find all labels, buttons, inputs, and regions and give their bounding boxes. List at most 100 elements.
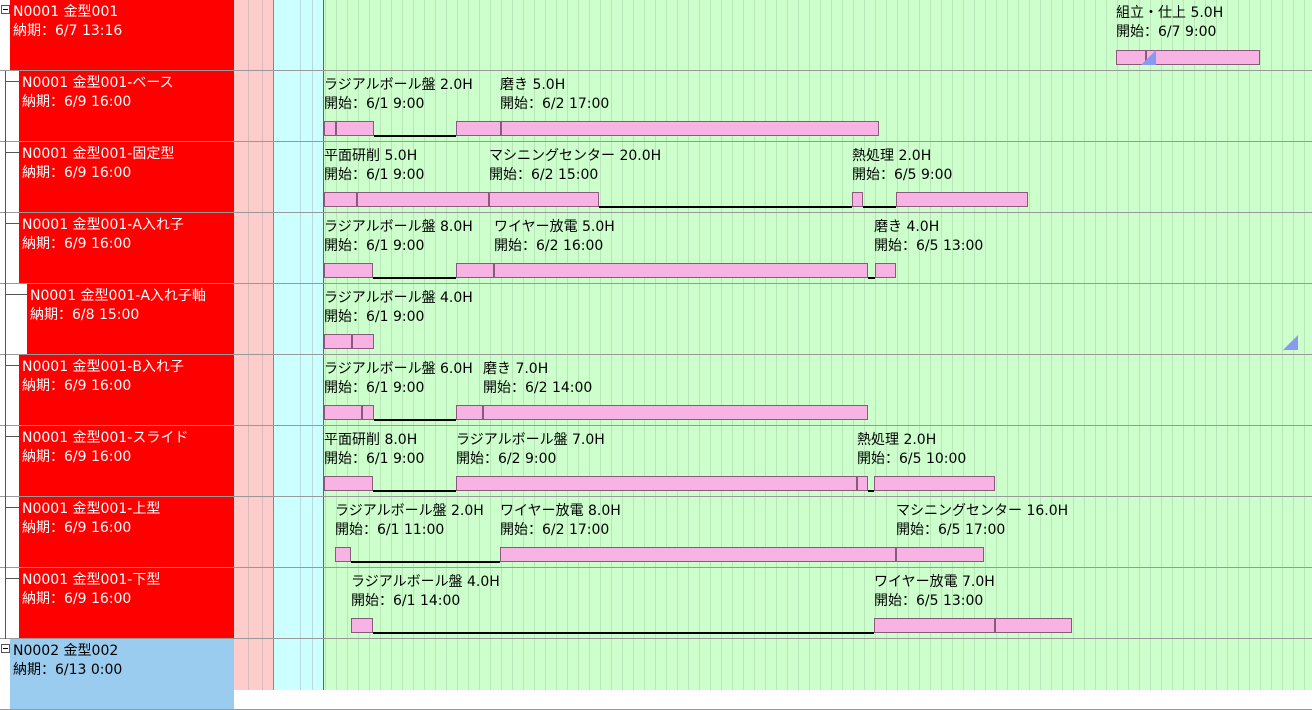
row-item-name: N0001 金型001-下型 [22, 572, 161, 588]
operation-bar[interactable] [456, 121, 501, 136]
dependency-link [868, 490, 874, 492]
dependency-link [599, 206, 852, 208]
gantt-row[interactable]: N0001 金型001-スライド 納期：6/9 16:00 平面研削 8.0H 開始：… [0, 426, 1312, 497]
op-title: ラジアルボール盤 2.0H [335, 503, 484, 519]
tree-line [5, 81, 19, 82]
dependency-link [374, 135, 456, 137]
operation-bar[interactable] [874, 618, 995, 633]
dependency-link [351, 561, 500, 563]
operation-bar[interactable] [352, 334, 374, 349]
op-start: 開始：6/1 9:00 [324, 167, 425, 183]
operation-bar[interactable] [875, 263, 896, 278]
row-due-date: 納期：6/9 16:00 [22, 378, 132, 394]
row-name-cell[interactable]: N0001 金型001-ベース 納期：6/9 16:00 [19, 71, 234, 141]
operation-bar[interactable] [456, 405, 483, 420]
operation-bar[interactable] [852, 192, 863, 207]
op-start: 開始：6/5 10:00 [857, 451, 967, 467]
gantt-row[interactable]: N0001 金型001-上型 納期：6/9 16:00 ラジアルボール盤 2.0H 開… [0, 497, 1312, 568]
gantt-row[interactable]: N0001 金型001-ベース 納期：6/9 16:00 ラジアルボール盤 2.0H… [0, 71, 1312, 142]
operation-bar[interactable] [874, 476, 995, 491]
op-title: ラジアルボール盤 8.0H [324, 219, 473, 235]
operation-bar[interactable] [324, 263, 373, 278]
row-due-date: 納期：6/7 13:16 [13, 23, 123, 39]
op-start: 開始：6/2 14:00 [483, 380, 593, 396]
operation-bar[interactable] [324, 334, 352, 349]
operation-bar[interactable] [896, 192, 1028, 207]
row-name-cell[interactable]: N0001 金型001-スライド 納期：6/9 16:00 [19, 426, 234, 496]
op-title: 熱処理 2.0H [857, 432, 937, 448]
dependency-link [373, 490, 456, 492]
operation-bar[interactable] [336, 121, 374, 136]
gantt-row[interactable]: N0001 金型001-下型 納期：6/9 16:00 ラジアルボール盤 4.0H 開… [0, 568, 1312, 639]
tree-line [5, 152, 19, 153]
operation-bar[interactable] [500, 547, 896, 562]
gantt-row[interactable]: N0001 金型001 納期：6/7 13:16 組立・仕上 5.0H 開始：6/7 … [0, 0, 1312, 71]
op-start: 開始：6/1 9:00 [324, 380, 425, 396]
operation-bar[interactable] [324, 121, 336, 136]
row-due-date: 納期：6/13 0:00 [13, 662, 123, 678]
triangle-marker-icon [1283, 335, 1298, 350]
operation-bar[interactable] [357, 192, 489, 207]
operation-bar[interactable] [324, 405, 362, 420]
operation-bar[interactable] [362, 405, 374, 420]
op-start: 開始：6/2 16:00 [494, 238, 604, 254]
gantt-chart: N0001 金型001 納期：6/7 13:16 組立・仕上 5.0H 開始：6/7 … [0, 0, 1312, 710]
operation-bar[interactable] [483, 405, 868, 420]
op-title: 平面研削 5.0H [324, 148, 418, 164]
row-name-cell[interactable]: N0001 金型001-下型 納期：6/9 16:00 [19, 568, 234, 638]
row-name-cell[interactable]: N0001 金型001-B入れ子 納期：6/9 16:00 [19, 355, 234, 425]
operation-bar[interactable] [456, 476, 857, 491]
operation-bar[interactable] [1146, 50, 1260, 65]
operation-bar[interactable] [896, 547, 984, 562]
tree-line [3, 9, 8, 10]
dependency-link [868, 277, 875, 279]
operation-bar[interactable] [857, 476, 868, 491]
op-title: ラジアルボール盤 2.0H [324, 77, 473, 93]
gantt-row[interactable]: N0001 金型001-B入れ子 納期：6/9 16:00 ラジアルボール盤 6.0… [0, 355, 1312, 426]
tree-line [5, 223, 19, 224]
op-title: マシニングセンター 16.0H [896, 503, 1069, 519]
op-title: ラジアルボール盤 7.0H [456, 432, 605, 448]
row-item-name: N0001 金型001-ベース [22, 75, 174, 91]
operation-bar[interactable] [324, 476, 373, 491]
operation-bar[interactable] [324, 192, 357, 207]
dependency-link [863, 206, 896, 208]
op-title: 磨き 5.0H [500, 77, 566, 93]
gantt-row[interactable]: N0001 金型001-A入れ子軸 納期：6/8 15:00 ラジアルボール盤 4.… [0, 284, 1312, 355]
row-name-cell[interactable]: N0001 金型001-固定型 納期：6/9 16:00 [19, 142, 234, 212]
op-start: 開始：6/7 9:00 [1116, 24, 1217, 40]
operation-bar[interactable] [494, 263, 868, 278]
operation-bar[interactable] [456, 263, 494, 278]
op-start: 開始：6/2 17:00 [500, 96, 610, 112]
gantt-row[interactable]: N0001 金型001-固定型 納期：6/9 16:00 平面研削 5.0H 開始：6… [0, 142, 1312, 213]
row-item-name: N0001 金型001-上型 [22, 501, 161, 517]
op-start: 開始：6/5 17:00 [896, 522, 1006, 538]
row-due-date: 納期：6/9 16:00 [22, 165, 132, 181]
row-due-date: 納期：6/9 16:00 [22, 591, 132, 607]
operation-bar[interactable] [501, 121, 879, 136]
operation-bar[interactable] [351, 618, 373, 633]
operation-bar[interactable] [489, 192, 599, 207]
row-name-cell[interactable]: N0001 金型001-A入れ子 納期：6/9 16:00 [19, 213, 234, 283]
op-start: 開始：6/2 17:00 [500, 522, 610, 538]
gantt-row[interactable]: N0002 金型002 納期：6/13 0:00 [0, 639, 1312, 710]
op-start: 開始：6/1 14:00 [351, 593, 461, 609]
op-start: 開始：6/5 9:00 [852, 167, 953, 183]
row-due-date: 納期：6/9 16:00 [22, 449, 132, 465]
op-title: 組立・仕上 5.0H [1116, 5, 1224, 21]
op-start: 開始：6/1 9:00 [324, 96, 425, 112]
row-name-cell[interactable]: N0001 金型001-上型 納期：6/9 16:00 [19, 497, 234, 567]
row-due-date: 納期：6/9 16:00 [22, 94, 132, 110]
row-name-cell[interactable]: N0001 金型001-A入れ子軸 納期：6/8 15:00 [27, 284, 234, 354]
gantt-row[interactable]: N0001 金型001-A入れ子 納期：6/9 16:00 ラジアルボール盤 8.0… [0, 213, 1312, 284]
tree-line [5, 365, 19, 366]
op-start: 開始：6/5 13:00 [874, 593, 984, 609]
op-start: 開始：6/1 9:00 [324, 309, 425, 325]
tree-line [3, 648, 8, 649]
operation-bar[interactable] [335, 547, 351, 562]
row-due-date: 納期：6/9 16:00 [22, 236, 132, 252]
op-title: ラジアルボール盤 6.0H [324, 361, 473, 377]
operation-bar[interactable] [995, 618, 1072, 633]
row-name-cell[interactable]: N0002 金型002 納期：6/13 0:00 [10, 639, 234, 709]
row-name-cell[interactable]: N0001 金型001 納期：6/7 13:16 [10, 0, 234, 70]
